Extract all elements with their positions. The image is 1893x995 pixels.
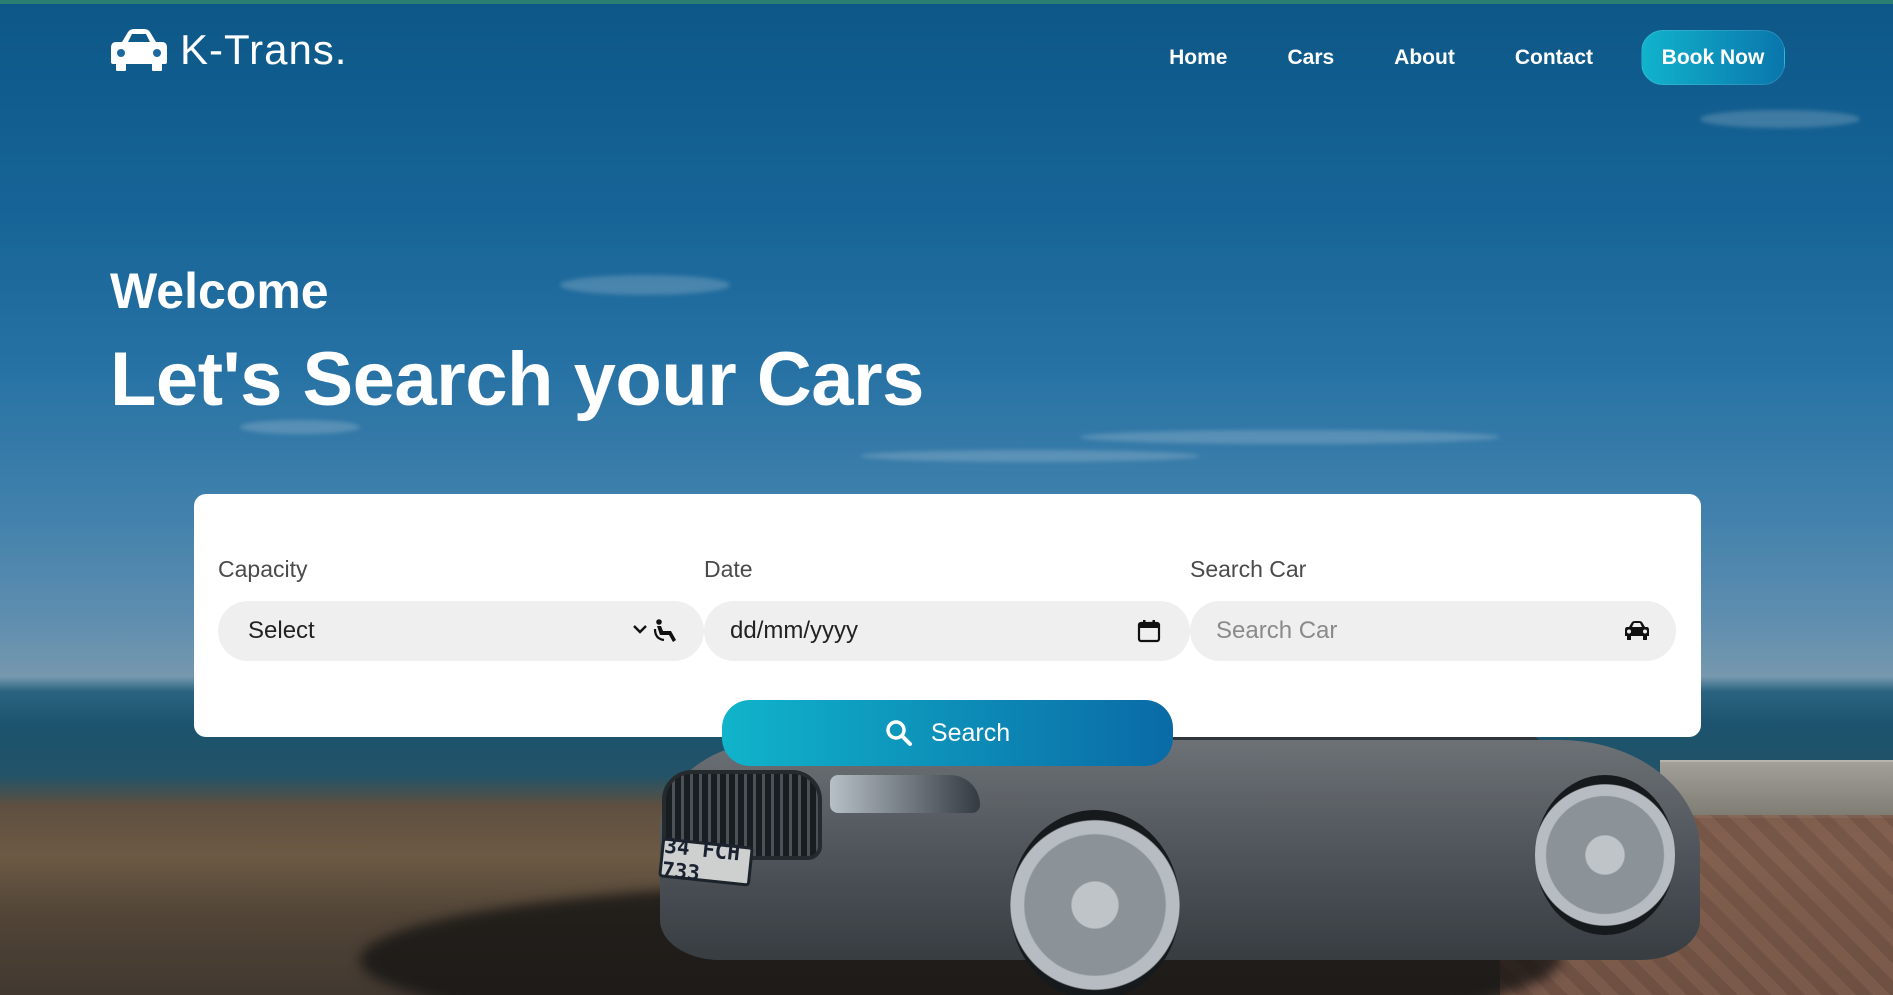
search-car-input[interactable]: Search Car [1190, 601, 1676, 661]
capacity-select[interactable]: Select [218, 601, 704, 661]
nav-about[interactable]: About [1394, 46, 1455, 70]
nav-links: Home Cars About Contact Book Now [1109, 30, 1785, 85]
search-icon [886, 720, 912, 746]
brand-logo[interactable]: K-Trans. [110, 26, 347, 74]
capacity-value: Select [248, 617, 315, 644]
nav-cars[interactable]: Cars [1287, 46, 1334, 70]
car-icon [1625, 621, 1649, 640]
navbar: K-Trans. Home Cars About Contact Book No… [0, 0, 1893, 110]
brand-name: K-Trans. [180, 26, 348, 73]
search-button[interactable]: Search [722, 700, 1173, 766]
date-field: Date dd/mm/yyyy [704, 556, 1190, 661]
capacity-field: Capacity Select [218, 556, 704, 661]
capacity-label: Capacity [218, 556, 308, 582]
book-now-button[interactable]: Book Now [1641, 30, 1785, 85]
search-car-field: Search Car Search Car [1190, 556, 1676, 661]
nav-home[interactable]: Home [1169, 46, 1227, 70]
welcome-heading: Welcome [110, 263, 329, 319]
search-car-label: Search Car [1190, 556, 1307, 582]
page-title: Let's Search your Cars [110, 337, 924, 422]
search-button-label: Search [930, 718, 1011, 747]
calendar-icon[interactable] [1136, 619, 1162, 643]
chevron-down-icon [633, 625, 647, 634]
nav-contact[interactable]: Contact [1515, 46, 1593, 70]
date-value: dd/mm/yyyy [730, 617, 859, 644]
date-input[interactable]: dd/mm/yyyy [704, 601, 1190, 661]
seat-icon [653, 619, 676, 642]
car-icon [111, 29, 167, 71]
date-label: Date [704, 556, 753, 582]
search-car-placeholder: Search Car [1216, 617, 1338, 644]
